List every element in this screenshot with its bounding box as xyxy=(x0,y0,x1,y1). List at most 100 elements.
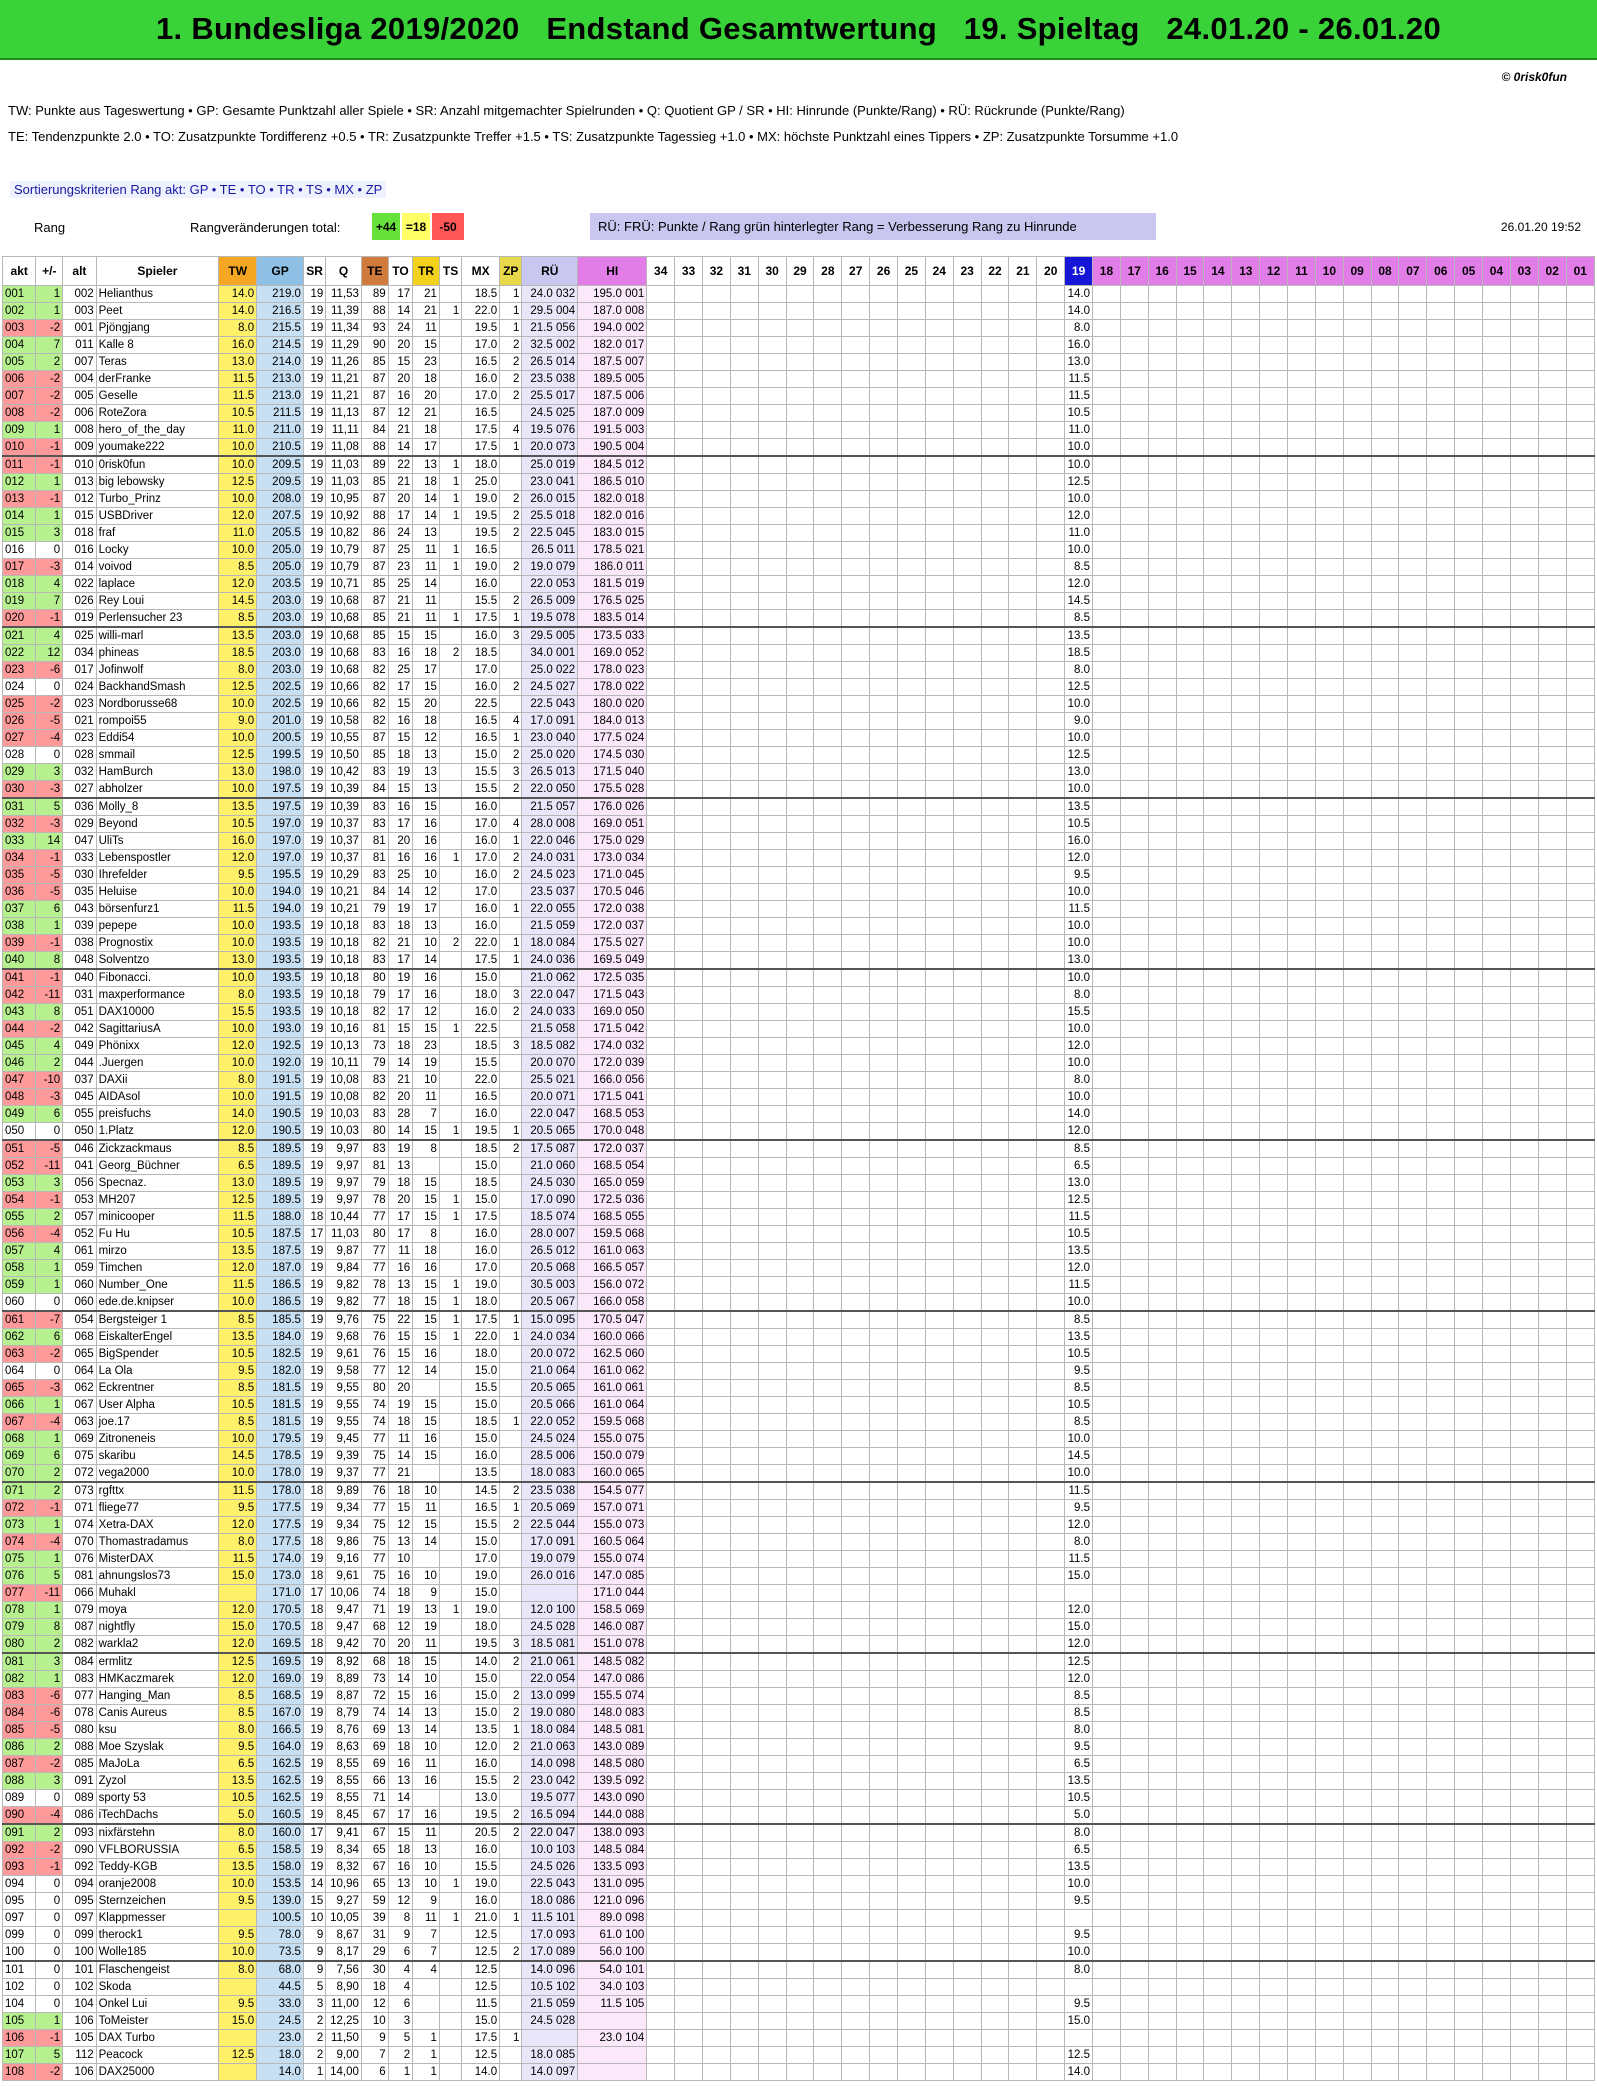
cell-to: 16 xyxy=(387,1858,414,1876)
cell-name: maxperformance xyxy=(95,986,220,1004)
col-header-7: Q xyxy=(325,256,362,286)
cell-day xyxy=(1565,1533,1596,1551)
cell-day xyxy=(1537,370,1567,388)
cell-day xyxy=(701,1550,731,1568)
cell-day xyxy=(1482,524,1511,542)
cell-tr: 10 xyxy=(412,1858,440,1876)
cell-day xyxy=(729,1276,759,1294)
cell-mx: 17.0 xyxy=(461,661,501,679)
cell-day xyxy=(1537,644,1567,662)
cell-day xyxy=(1175,1345,1205,1363)
cell-zp: 2 xyxy=(499,1772,523,1790)
cell-ts xyxy=(438,1516,463,1534)
cell-day xyxy=(1287,1789,1316,1807)
cell-day xyxy=(1119,1139,1149,1158)
cell-day xyxy=(701,1584,731,1602)
cell-day xyxy=(924,1396,954,1414)
cell-ru: 29.5 004 xyxy=(521,302,579,320)
cell-day xyxy=(841,780,871,799)
cell-ru: 26.5 009 xyxy=(521,592,579,610)
cell-day xyxy=(1565,302,1596,320)
cell-day xyxy=(674,1276,703,1294)
cell-day xyxy=(1509,1191,1539,1209)
cell-day xyxy=(1287,1276,1316,1294)
cell-ts xyxy=(438,1481,463,1500)
cell-day xyxy=(1342,780,1372,799)
cell-day xyxy=(1370,1687,1400,1705)
cell-day xyxy=(1537,1687,1567,1705)
cell-mx: 18.5 xyxy=(461,285,501,303)
cell-q: 8,76 xyxy=(325,1721,362,1739)
cell-hi: 176.0 026 xyxy=(577,797,648,816)
cell-day xyxy=(841,883,871,901)
cell-day xyxy=(1482,1738,1511,1756)
cell-day xyxy=(1537,1909,1567,1927)
cell-ru: 23.5 037 xyxy=(521,883,579,901)
cell-day xyxy=(924,1926,954,1944)
cell-day xyxy=(980,1088,1010,1106)
cell-alt: 050 xyxy=(62,1122,97,1141)
cell-day xyxy=(1482,507,1511,525)
cell-te: 66 xyxy=(360,1772,389,1790)
cell-day xyxy=(1287,1003,1316,1021)
cell-day xyxy=(757,832,787,850)
cell-ru: 25.0 019 xyxy=(521,455,579,474)
cell-day xyxy=(1482,661,1511,679)
cell-day xyxy=(1537,1362,1567,1380)
cell-day xyxy=(1147,1755,1177,1773)
cell-day xyxy=(980,1003,1010,1021)
cell-day xyxy=(646,1516,676,1534)
cell-ts xyxy=(438,746,463,764)
cell-day xyxy=(1092,1550,1121,1568)
cell-mx: 16.0 xyxy=(461,1841,501,1859)
cell-day xyxy=(1314,1635,1344,1654)
cell-day xyxy=(813,507,843,525)
cell-hi: 178.5 021 xyxy=(577,541,648,559)
cell-day xyxy=(980,438,1010,457)
cell-day xyxy=(1008,900,1038,918)
cell-mx: 22.0 xyxy=(461,302,501,320)
cell-day xyxy=(1370,1174,1400,1192)
cell-ru: 12.0 100 xyxy=(521,1601,579,1619)
table-row: 086 2 088 Moe Szyslak 9.5 164.0 19 8,63 69 18 10 12… xyxy=(1,1738,1596,1756)
cell-te: 90 xyxy=(360,336,389,354)
cell-day xyxy=(1119,1823,1149,1842)
cell-day xyxy=(924,1499,954,1517)
cell-sr: 19 xyxy=(302,900,327,918)
cell-akt: 040 xyxy=(1,951,37,970)
cell-day xyxy=(674,1755,703,1773)
cell-day xyxy=(1426,1687,1456,1705)
cell-day xyxy=(757,695,787,713)
cell-day xyxy=(841,951,871,970)
cell-day-19: 9.5 xyxy=(1064,1892,1094,1910)
cell-tr: 16 xyxy=(412,1687,440,1705)
cell-day xyxy=(1175,1721,1205,1739)
cell-day xyxy=(1342,986,1372,1004)
cell-day xyxy=(1119,1841,1149,1859)
cell-day xyxy=(1203,1926,1233,1944)
cell-day xyxy=(674,968,703,987)
cell-day xyxy=(1147,558,1177,576)
cell-day xyxy=(1231,1670,1261,1688)
cell-day xyxy=(1537,678,1567,696)
cell-alt: 037 xyxy=(62,1071,97,1089)
cell-day xyxy=(1092,1567,1121,1585)
cell-day xyxy=(952,353,982,371)
cell-day xyxy=(980,763,1010,781)
cell-day xyxy=(841,832,871,850)
cell-tr: 11 xyxy=(412,1499,440,1517)
cell-day xyxy=(1119,1037,1149,1055)
cell-day xyxy=(1008,917,1038,935)
cell-day xyxy=(1147,729,1177,747)
cell-day xyxy=(1314,1533,1344,1551)
cell-day xyxy=(841,1157,871,1175)
cell-alt: 036 xyxy=(62,797,97,816)
cell-te: 82 xyxy=(360,1003,389,1021)
cell-alt: 040 xyxy=(62,968,97,987)
table-row: 067 -4 063 joe.17 8.5 181.5 19 9,55 74 18 15 18.5 1 2… xyxy=(1,1413,1596,1431)
cell-tr: 11 xyxy=(412,1088,440,1106)
cell-to: 18 xyxy=(387,1481,414,1500)
cell-day xyxy=(1370,507,1400,525)
cell-day xyxy=(1036,1088,1066,1106)
cell-day xyxy=(1398,1362,1428,1380)
